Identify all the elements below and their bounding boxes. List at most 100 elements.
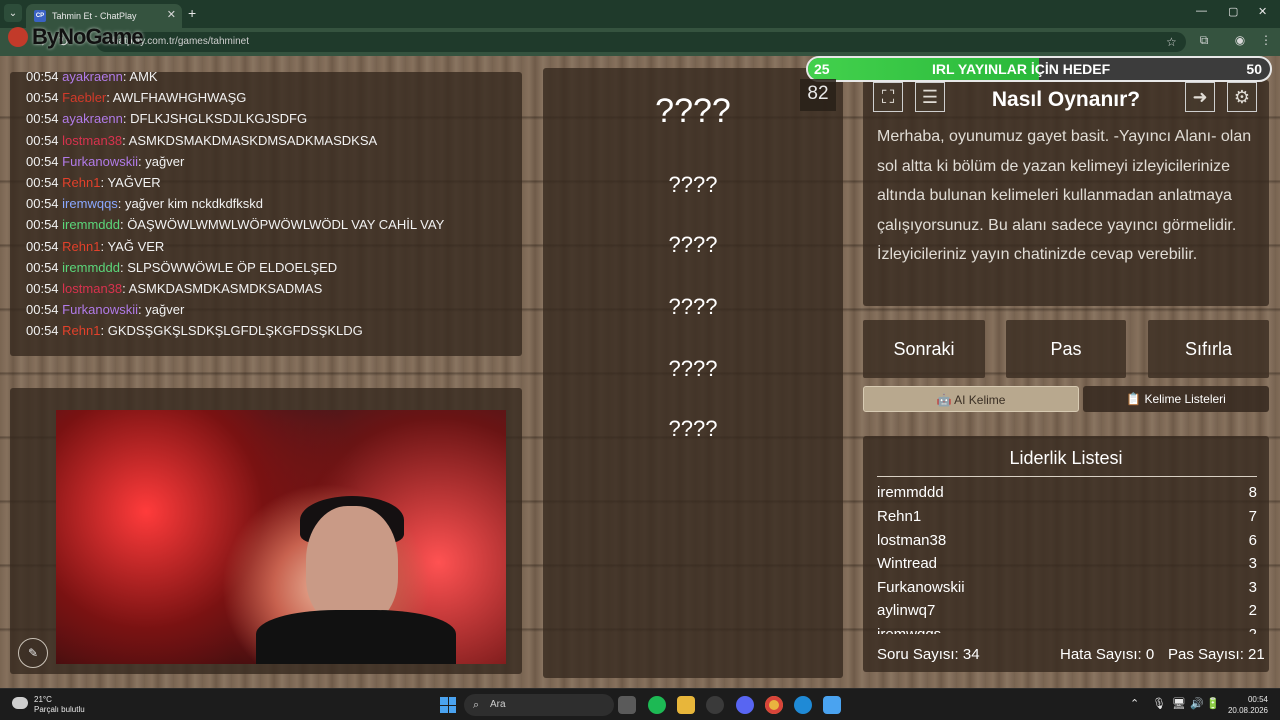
forbidden-word: ???? bbox=[668, 172, 718, 197]
chat-username[interactable]: iremmddd bbox=[62, 217, 120, 232]
extensions-icon[interactable]: ⧉ bbox=[1196, 33, 1212, 49]
chat-username[interactable]: ayakraenn bbox=[62, 72, 123, 84]
chat-time: 00:54 bbox=[26, 259, 59, 275]
clock-date: 20.08.2026 bbox=[1227, 706, 1268, 715]
chat-username[interactable]: Faebler bbox=[62, 90, 106, 105]
next-button[interactable]: Sonraki bbox=[863, 320, 985, 378]
tray-chevron-icon[interactable]: ⌃ bbox=[1130, 697, 1139, 710]
chat-username[interactable]: ayakraenn bbox=[62, 111, 123, 126]
chat-time: 00:54 bbox=[26, 238, 59, 254]
weather-text: Parçalı bulutlu bbox=[34, 705, 85, 714]
pass-count: Pas Sayısı: 21 bbox=[1168, 646, 1265, 663]
chat-text: : ASMKDSMAKDMASKDMSADKMASDKSA bbox=[122, 132, 378, 148]
chat-username[interactable]: lostman38 bbox=[62, 133, 122, 148]
reset-button[interactable]: Sıfırla bbox=[1148, 320, 1269, 378]
spotify-icon[interactable] bbox=[648, 696, 666, 714]
new-tab-button[interactable]: + bbox=[188, 5, 196, 21]
player-score: 3 bbox=[1248, 579, 1257, 596]
chat-username[interactable]: Furkanowskii bbox=[62, 154, 138, 169]
github-icon[interactable] bbox=[706, 696, 724, 714]
chat-username[interactable]: iremmddd bbox=[62, 260, 120, 275]
how-to-play-text: Merhaba, oyunumuz gayet basit. -Yayıncı … bbox=[877, 128, 1252, 263]
taskbar-search[interactable]: ⌕ Ara bbox=[464, 694, 614, 716]
maximize-icon[interactable]: ▢ bbox=[1228, 5, 1238, 18]
close-window-icon[interactable]: ✕ bbox=[1258, 5, 1267, 18]
windows-start-icon[interactable] bbox=[440, 697, 456, 713]
profile-icon[interactable]: ◉ bbox=[1232, 33, 1248, 49]
word-column: ???? ???? ???? ???? ???? ???? bbox=[543, 68, 843, 678]
discord-icon[interactable] bbox=[736, 696, 754, 714]
goal-progress-bar: 25 IRL YAYINLAR İÇİN HEDEF 50 bbox=[806, 56, 1272, 82]
pencil-icon[interactable]: ✎ bbox=[18, 638, 48, 668]
edge-icon[interactable] bbox=[794, 696, 812, 714]
chat-username[interactable]: lostman38 bbox=[62, 281, 122, 296]
file-explorer-icon[interactable] bbox=[677, 696, 695, 714]
chat-username[interactable]: Furkanowskii bbox=[62, 302, 138, 317]
chat-time: 00:54 bbox=[26, 174, 59, 190]
player-score: 2 bbox=[1249, 626, 1257, 634]
browser-menu-icon[interactable]: ⋮ bbox=[1258, 33, 1274, 49]
player-name: Furkanowskii bbox=[877, 579, 965, 596]
streamer-shirt bbox=[256, 610, 456, 664]
leaderboard-row: aylinwq7 2 bbox=[877, 602, 1257, 626]
tab-search-menu-icon[interactable]: ⌄ bbox=[4, 4, 22, 22]
question-count: Soru Sayısı: 34 bbox=[877, 646, 980, 663]
player-name: aylinwq7 bbox=[877, 602, 936, 619]
chat-message: 00:54 Faebler: AWLFHAWHGHWAŞG bbox=[10, 87, 522, 108]
bookmark-star-icon[interactable]: ☆ bbox=[1166, 35, 1177, 49]
chat-time: 00:54 bbox=[26, 153, 59, 169]
leaderboard-divider bbox=[877, 476, 1257, 477]
leaderboard-row: iremmddd 8 bbox=[877, 484, 1257, 508]
browser-tab-bar: ⌄ CP Tahmin Et - ChatPlay ✕ + — ▢ ✕ bbox=[0, 0, 1280, 28]
player-name: Wintread bbox=[877, 555, 938, 572]
streamer-face bbox=[306, 506, 398, 626]
volume-icon[interactable]: 🔊 bbox=[1190, 697, 1204, 710]
chat-username[interactable]: Rehn1 bbox=[62, 175, 100, 190]
chat-time: 00:54 bbox=[26, 323, 59, 339]
app-icon[interactable] bbox=[823, 696, 841, 714]
chat-message: 00:54 lostman38: ASMKDSMAKDMASKDMSADKMAS… bbox=[10, 130, 522, 151]
chat-text: : YAĞVER bbox=[100, 174, 161, 190]
cloud-icon bbox=[12, 697, 28, 709]
leaderboard-row: Furkanowskii 3 bbox=[877, 579, 1257, 603]
leaderboard-title: Liderlik Listesi bbox=[1009, 448, 1123, 468]
url-input[interactable]: chatplay.com.tr/games/tahminet bbox=[96, 32, 1186, 52]
player-name: iremwqqs bbox=[877, 626, 941, 634]
chat-text: : YAĞ VER bbox=[100, 238, 165, 254]
chat-time: 00:54 bbox=[26, 302, 59, 318]
chrome-icon[interactable] bbox=[765, 696, 783, 714]
chat-message: 00:54 ayakraenn: AMK bbox=[10, 72, 522, 87]
player-name: lostman38 bbox=[877, 532, 947, 549]
microphone-icon[interactable]: 🎙 bbox=[1152, 697, 1166, 710]
chat-text: : DFLKJSHGLKSDJLKGJSDFG bbox=[122, 111, 308, 127]
chat-time: 00:54 bbox=[26, 196, 59, 212]
tab-close-icon[interactable]: ✕ bbox=[167, 8, 176, 21]
goal-current: 25 bbox=[814, 61, 830, 77]
pass-button[interactable]: Pas bbox=[1006, 320, 1126, 378]
chat-username[interactable]: Rehn1 bbox=[62, 323, 100, 338]
chat-message: 00:54 Rehn1: YAĞVER bbox=[10, 172, 522, 193]
goal-target: 50 bbox=[1246, 61, 1262, 77]
chat-message: 00:54 iremmddd: ÖAŞWÖWLWMWLWÖPWÖWLWÖDL V… bbox=[10, 214, 522, 235]
chat-username[interactable]: Rehn1 bbox=[62, 239, 100, 254]
network-icon[interactable]: 🖥 bbox=[1172, 697, 1186, 710]
minimize-icon[interactable]: — bbox=[1196, 5, 1207, 17]
chat-message: 00:54 lostman38: ASMKDASMDKASMDKSADMAS bbox=[10, 278, 522, 299]
temperature: 21°C bbox=[34, 695, 52, 704]
leaderboard-row: lostman38 6 bbox=[877, 532, 1257, 556]
leaderboard-row: iremwqqs 2 bbox=[877, 626, 1257, 634]
leaderboard-row: Rehn1 7 bbox=[877, 508, 1257, 532]
battery-icon[interactable]: 🔋 bbox=[1206, 697, 1220, 710]
score-box: 82 bbox=[800, 79, 836, 111]
chat-username[interactable]: iremwqqs bbox=[62, 196, 118, 211]
system-clock[interactable]: 00:54 20.08.2026 bbox=[1222, 694, 1268, 716]
ai-word-tab[interactable]: 🤖 AI Kelime bbox=[863, 386, 1079, 412]
tab-title: Tahmin Et - ChatPlay bbox=[52, 11, 137, 21]
task-view-icon[interactable] bbox=[618, 696, 636, 714]
chat-text: : yağver bbox=[138, 153, 185, 169]
chat-time: 00:54 bbox=[26, 217, 59, 233]
ai-word-label: AI Kelime bbox=[954, 393, 1006, 407]
search-icon: ⌕ bbox=[473, 699, 480, 711]
word-lists-tab[interactable]: 📋 Kelime Listeleri bbox=[1083, 386, 1269, 412]
list-icon: 📋 bbox=[1126, 392, 1145, 406]
